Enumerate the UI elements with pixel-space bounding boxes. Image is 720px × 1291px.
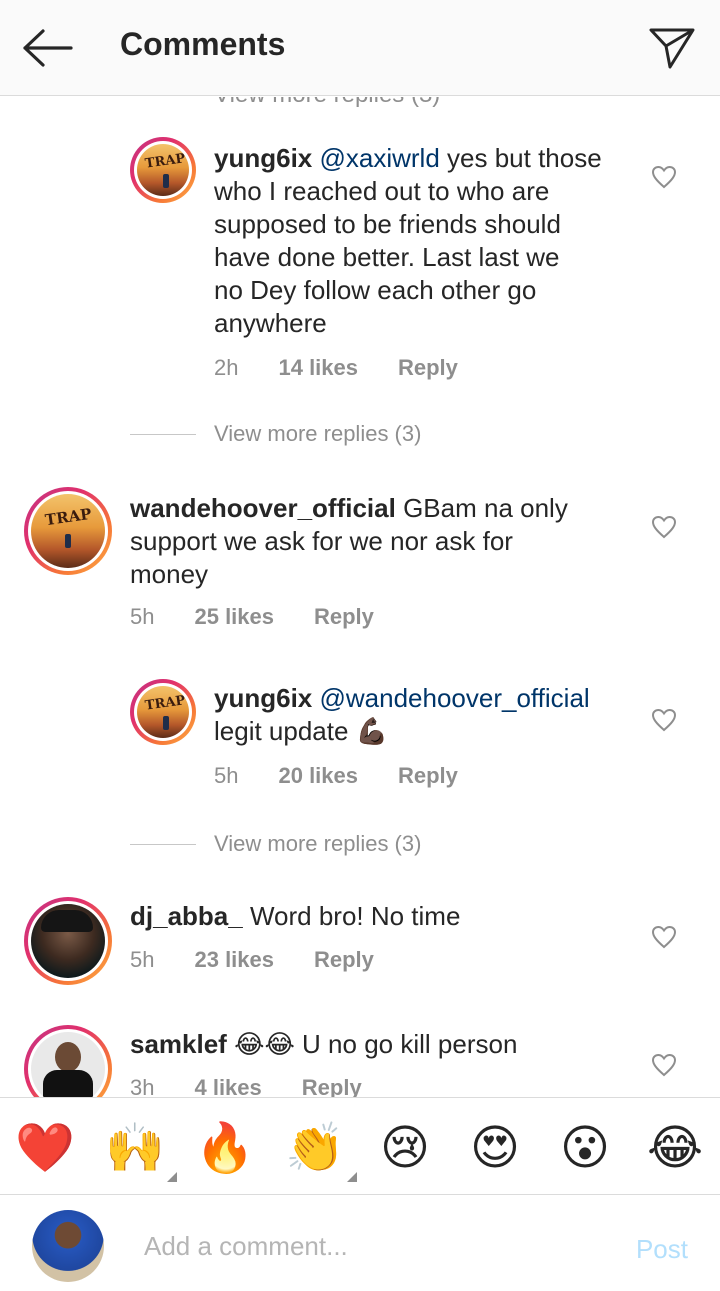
comment-line: yes but those	[447, 143, 602, 173]
reply-button[interactable]: Reply	[398, 763, 458, 789]
emoji-surprised[interactable]: 😮	[555, 1118, 615, 1178]
comment-time: 2h	[214, 355, 239, 380]
current-user-avatar	[32, 1210, 104, 1282]
like-heart-icon[interactable]	[651, 515, 677, 539]
avatar[interactable]: TRAP	[24, 487, 112, 575]
likes-count[interactable]: 23 likes	[194, 947, 274, 973]
likes-count[interactable]: 4 likes	[194, 1075, 261, 1097]
comments-list[interactable]: View more replies (3) TRAP yung6ix @xaxi…	[0, 97, 720, 1097]
arrow-left-icon	[23, 29, 73, 67]
comment-username[interactable]: yung6ix	[214, 683, 312, 713]
paper-plane-icon	[649, 28, 695, 69]
comment-line: Word bro! No time	[249, 901, 461, 931]
likes-count[interactable]: 14 likes	[278, 355, 358, 381]
divider-line	[130, 843, 196, 845]
emoji-clapping-glyph: 👏	[285, 1120, 345, 1176]
comment-text: yung6ix @wandehoover_official legit upda…	[214, 682, 634, 748]
comment-username[interactable]: wandehoover_official	[130, 493, 396, 523]
emoji-raising-hands-glyph: 🙌	[105, 1120, 165, 1176]
view-more-replies-partial[interactable]: View more replies (3)	[214, 97, 440, 109]
back-button[interactable]	[18, 22, 76, 74]
comment-line: supposed to be friends should	[214, 209, 561, 239]
emoji-heart[interactable]: ❤️	[15, 1118, 75, 1178]
comment-composer: Post	[0, 1196, 720, 1291]
reply-button[interactable]: Reply	[314, 947, 374, 973]
like-heart-icon[interactable]	[651, 165, 677, 189]
emoji-clapping[interactable]: 👏	[285, 1118, 357, 1182]
comment-text: samklef 😂😂 U no go kill person	[130, 1028, 630, 1061]
view-more-replies[interactable]: View more replies (3)	[130, 831, 421, 857]
comment-meta: 5h 23 likes Reply	[130, 947, 374, 973]
page-title: Comments	[120, 26, 286, 62]
comment-line: legit update 💪🏿	[214, 716, 389, 746]
comment-line: money	[130, 559, 209, 589]
mention-link[interactable]: @wandehoover_official	[319, 683, 589, 713]
comment-username[interactable]: dj_abba_	[130, 901, 243, 931]
view-more-replies[interactable]: View more replies (3)	[130, 421, 421, 447]
divider-line	[130, 433, 196, 435]
skin-tone-corner-icon	[167, 1172, 177, 1182]
emoji-raising-hands[interactable]: 🙌	[105, 1118, 177, 1182]
comment-meta: 2h 14 likes Reply	[214, 355, 458, 381]
emoji-quick-bar: ❤️ 🙌 🔥 👏 😢 😍 😮 😂	[0, 1097, 720, 1195]
comment-line: no Dey follow each other go	[214, 275, 537, 305]
like-heart-icon[interactable]	[651, 708, 677, 732]
avatar[interactable]: TRAP	[130, 679, 196, 745]
top-bar: Comments	[0, 0, 720, 96]
emoji-crying[interactable]: 😢	[375, 1118, 435, 1178]
comment-line: 😂😂 U no go kill person	[234, 1029, 518, 1059]
comment-line: who I reached out to who are	[214, 176, 550, 206]
reply-button[interactable]: Reply	[314, 604, 374, 630]
comment-line: have done better. Last last we	[214, 242, 560, 272]
comment-line: GBam na only	[403, 493, 568, 523]
comment-meta: 5h 20 likes Reply	[214, 763, 458, 789]
likes-count[interactable]: 20 likes	[278, 763, 358, 789]
comment-time: 5h	[130, 604, 155, 629]
comment-time: 5h	[130, 947, 155, 972]
reply-button[interactable]: Reply	[302, 1075, 362, 1097]
post-button[interactable]: Post	[636, 1234, 688, 1265]
likes-count[interactable]: 25 likes	[194, 604, 274, 630]
emoji-fire[interactable]: 🔥	[195, 1118, 255, 1178]
skin-tone-corner-icon	[347, 1172, 357, 1182]
comment-time: 5h	[214, 763, 239, 788]
avatar[interactable]	[24, 897, 112, 985]
reply-button[interactable]: Reply	[398, 355, 458, 381]
comment-username[interactable]: samklef	[130, 1029, 227, 1059]
view-more-label[interactable]: View more replies (3)	[214, 421, 421, 447]
comment-text: wandehoover_official GBam na only suppor…	[130, 492, 630, 591]
comment-line: support we ask for we nor ask for	[130, 526, 513, 556]
emoji-laughing[interactable]: 😂	[645, 1118, 705, 1178]
comment-text: yung6ix @xaxiwrld yes but those who I re…	[214, 142, 634, 340]
comment-input[interactable]	[144, 1228, 584, 1264]
avatar[interactable]: TRAP	[130, 137, 196, 203]
like-heart-icon[interactable]	[651, 1053, 677, 1077]
comment-username[interactable]: yung6ix	[214, 143, 312, 173]
view-more-label[interactable]: View more replies (3)	[214, 831, 421, 857]
comment-meta: 3h 4 likes Reply	[130, 1075, 362, 1097]
comment-line: anywhere	[214, 308, 327, 338]
comment-time: 3h	[130, 1075, 155, 1097]
comment-meta: 5h 25 likes Reply	[130, 604, 374, 630]
mention-link[interactable]: @xaxiwrld	[319, 143, 439, 173]
emoji-heart-eyes[interactable]: 😍	[465, 1118, 525, 1178]
avatar[interactable]	[24, 1025, 112, 1097]
like-heart-icon[interactable]	[651, 925, 677, 949]
comment-text: dj_abba_ Word bro! No time	[130, 900, 630, 933]
share-button[interactable]	[644, 22, 700, 74]
